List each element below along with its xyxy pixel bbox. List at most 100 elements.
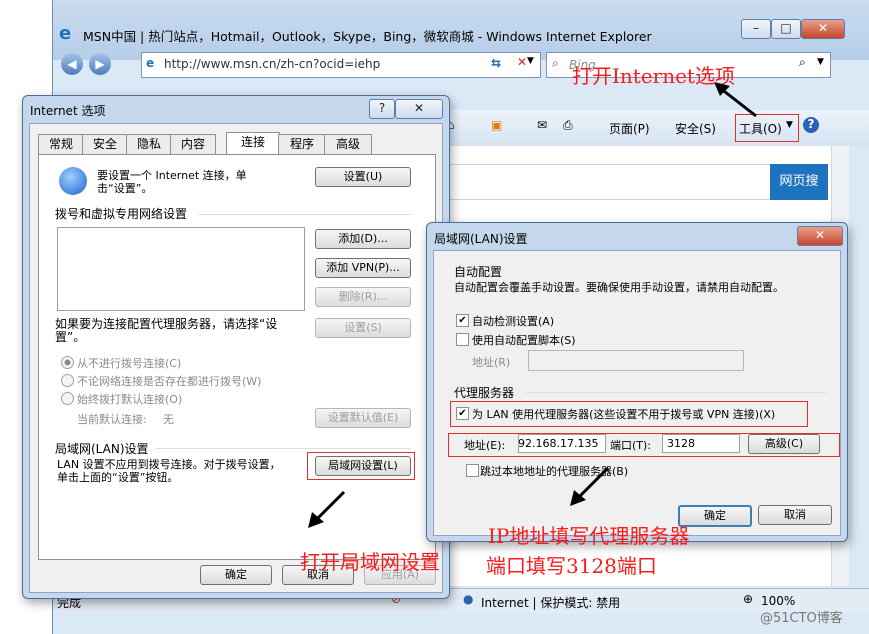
proxy-header: 代理服务器: [454, 386, 515, 400]
annotation-port: 端口填写3128端口: [486, 554, 657, 578]
current-default-value: 无: [163, 413, 174, 426]
proxy-address-value: 192.168.17.135: [518, 437, 599, 450]
close-button[interactable]: ✕: [801, 19, 845, 39]
dialup-header: 拨号和虚拟专用网络设置: [55, 207, 188, 221]
address-text: http://www.msn.cn/zh-cn?ocid=iehp: [164, 57, 381, 71]
dialup-divider: [199, 214, 411, 215]
auto-script-label: 使用自动配置脚本(S): [472, 334, 576, 347]
maximize-button[interactable]: □: [771, 19, 801, 39]
annotation-open-lan: 打开局域网设置: [300, 550, 440, 574]
tab-programs[interactable]: 程序: [278, 134, 326, 154]
lan-cancel-button[interactable]: 取消: [758, 505, 832, 525]
search-dropdown-icon[interactable]: ▼: [817, 57, 824, 67]
web-search-button[interactable]: 网页搜: [770, 164, 828, 200]
internet-options-dialog: Internet 选项 ? ✕ 常规 安全 隐私 内容 连接 程序 高级 要设置…: [22, 95, 450, 599]
lan-settings-button[interactable]: 局域网设置(L): [315, 456, 411, 476]
compat-view-icon[interactable]: ⇆: [491, 56, 511, 74]
setup-text: 要设置一个 Internet 连接，单击“设置”。: [97, 169, 247, 195]
stop-icon[interactable]: ✕: [517, 55, 527, 69]
lan-note: LAN 设置不应用到拨号连接。对于拨号设置，单击上面的“设置”按钮。: [57, 458, 281, 484]
lan-dialog-title: 局域网(LAN)设置: [434, 232, 528, 246]
lan-dialog-body: 自动配置 自动配置会覆盖手动设置。要确保使用手动设置，请禁用自动配置。 ✔ 自动…: [433, 250, 841, 536]
minimize-button[interactable]: –: [741, 19, 771, 39]
bing-icon: ⌕: [552, 56, 559, 70]
help-icon[interactable]: ?: [803, 117, 819, 133]
add-button[interactable]: 添加(D)...: [315, 229, 411, 249]
radio-always-label: 始终拨打默认连接(O): [77, 393, 183, 406]
add-vpn-button[interactable]: 添加 VPN(P)...: [315, 258, 411, 278]
script-address-input[interactable]: [528, 350, 744, 371]
radio-never-dial[interactable]: [61, 356, 74, 369]
tab-security[interactable]: 安全: [82, 134, 128, 154]
advanced-button[interactable]: 高级(C): [748, 434, 820, 454]
proxy-note: 如果要为连接配置代理服务器，请选择“设置”。: [55, 317, 278, 344]
settings-button[interactable]: 设置(S): [315, 318, 411, 338]
tab-panel: 要设置一个 Internet 连接，单击“设置”。 设置(U) 拨号和虚拟专用网…: [38, 154, 436, 560]
proxy-port-input[interactable]: 3128: [662, 434, 740, 453]
auto-detect-checkbox[interactable]: ✔: [456, 314, 469, 327]
safety-menu[interactable]: 安全(S): [675, 120, 716, 137]
lan-settings-dialog: 局域网(LAN)设置 ✕ 自动配置 自动配置会覆盖手动设置。要确保使用手动设置，…: [426, 222, 848, 542]
current-default-label: 当前默认连接:: [77, 413, 147, 426]
proxy-address-label: 地址(E):: [464, 439, 506, 452]
use-proxy-checkbox[interactable]: ✔: [456, 407, 469, 420]
auto-config-desc: 自动配置会覆盖手动设置。要确保使用手动设置，请禁用自动配置。: [454, 281, 784, 294]
help-button[interactable]: ?: [369, 99, 395, 119]
back-button[interactable]: ◀: [61, 53, 83, 75]
radio-always-dial[interactable]: [61, 392, 74, 405]
dialog-close-button[interactable]: ✕: [395, 99, 443, 119]
bypass-local-checkbox[interactable]: [466, 464, 479, 477]
ie-logo-icon: e: [59, 23, 72, 44]
feeds-icon[interactable]: ▣: [491, 118, 502, 132]
lan-header: 局域网(LAN)设置: [55, 442, 149, 456]
radio-never-label: 从不进行拨号连接(C): [77, 357, 182, 370]
set-default-button[interactable]: 设置默认值(E): [315, 408, 411, 428]
setup-button[interactable]: 设置(U): [315, 167, 411, 187]
proxy-port-label: 端口(T):: [610, 439, 652, 452]
proxy-port-value: 3128: [667, 437, 695, 450]
search-icon[interactable]: ⌕: [799, 55, 806, 70]
tab-privacy[interactable]: 隐私: [126, 134, 172, 154]
address-bar[interactable]: e http://www.msn.cn/zh-cn?ocid=iehp ▼: [141, 52, 541, 78]
auto-script-checkbox[interactable]: [456, 333, 469, 346]
watermark: @51CTO博客: [760, 611, 843, 626]
globe-icon: ●: [463, 592, 474, 606]
arrow-to-proxy-address-icon: [570, 466, 610, 506]
tab-advanced[interactable]: 高级: [324, 134, 372, 154]
tab-general[interactable]: 常规: [38, 134, 84, 154]
arrow-to-tools-icon: [714, 82, 757, 118]
zoom-icon[interactable]: ⊕: [743, 592, 753, 606]
tab-connections[interactable]: 连接: [226, 132, 280, 154]
radio-whenever-label: 不论网络连接是否存在都进行拨号(W): [77, 375, 262, 388]
use-proxy-label: 为 LAN 使用代理服务器(这些设置不用于拨号或 VPN 连接)(X): [472, 408, 776, 421]
proxy-address-input[interactable]: 192.168.17.135: [518, 434, 606, 453]
script-address-label: 地址(R): [472, 356, 511, 369]
dialog-title: Internet 选项: [30, 104, 106, 118]
annotation-ip-address: IP地址填写代理服务器: [488, 524, 690, 548]
forward-button[interactable]: ▶: [89, 53, 111, 75]
arrow-to-lan-settings-icon: [308, 490, 346, 528]
page-menu[interactable]: 页面(P): [609, 120, 650, 137]
ie-window-title: MSN中国 | 热门站点，Hotmail，Outlook，Skype，Bing，…: [83, 29, 652, 44]
lan-dialog-close-button[interactable]: ✕: [797, 226, 843, 246]
auto-config-header: 自动配置: [454, 265, 503, 279]
remove-button[interactable]: 删除(R)...: [315, 287, 411, 307]
tools-dropdown-icon[interactable]: ▼: [786, 120, 793, 130]
web-search-input[interactable]: [447, 164, 771, 200]
ie-titlebar: e MSN中国 | 热门站点，Hotmail，Outlook，Skype，Bin…: [53, 0, 869, 60]
print-icon[interactable]: ⎙: [563, 118, 573, 133]
zoom-level[interactable]: 100%: [761, 594, 795, 608]
tools-menu[interactable]: 工具(O): [739, 120, 782, 137]
read-mail-icon[interactable]: ✉: [537, 118, 547, 132]
auto-detect-label: 自动检测设置(A): [472, 315, 555, 328]
ok-button[interactable]: 确定: [200, 565, 272, 585]
network-globe-icon: [59, 167, 87, 195]
tab-content[interactable]: 内容: [170, 134, 216, 154]
page-icon: e: [146, 56, 155, 70]
radio-whenever-dial[interactable]: [61, 374, 74, 387]
annotation-open-internet-options: 打开Internet选项: [572, 64, 735, 88]
address-dropdown-icon[interactable]: ▼: [527, 56, 534, 66]
lan-divider: [155, 448, 411, 449]
dialog-body: 常规 安全 隐私 内容 连接 程序 高级 要设置一个 Internet 连接，单…: [29, 123, 443, 593]
connections-list[interactable]: [57, 227, 305, 311]
